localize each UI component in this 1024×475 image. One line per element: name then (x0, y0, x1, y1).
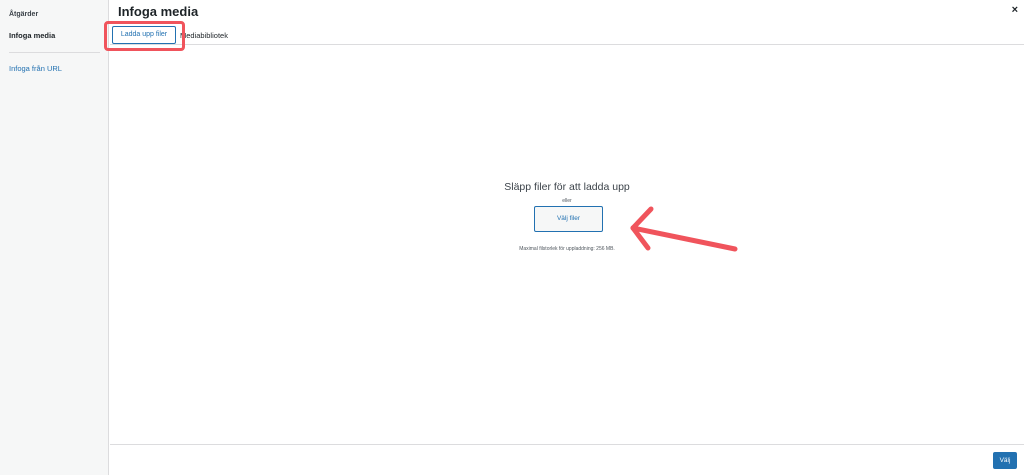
select-files-button[interactable]: Välj filer (534, 206, 603, 232)
media-sidebar: Åtgärder Infoga media Infoga från URL (0, 0, 109, 475)
tab-media-library[interactable]: Mediabibliotek (180, 31, 228, 40)
footer-divider (110, 444, 1024, 445)
tab-upload-files[interactable]: Ladda upp filer (112, 26, 176, 44)
sidebar-item-insert-media[interactable]: Infoga media (9, 31, 55, 40)
modal-title: Infoga media (118, 4, 199, 19)
sidebar-divider (9, 52, 100, 53)
drop-zone-text: Släpp filer för att ladda upp (504, 181, 630, 193)
media-modal-main: Infoga media × Ladda upp filer Mediabibl… (110, 0, 1024, 475)
sidebar-item-insert-from-url[interactable]: Infoga från URL (9, 64, 62, 73)
footer-select-button[interactable]: Välj (993, 452, 1017, 469)
tabs-divider (110, 44, 1024, 45)
or-text: eller (562, 198, 572, 204)
sidebar-heading: Åtgärder (9, 11, 39, 18)
close-icon[interactable]: × (1012, 4, 1018, 16)
max-upload-size-text: Maximal filstorlek för uppladdning: 256 … (519, 246, 615, 252)
